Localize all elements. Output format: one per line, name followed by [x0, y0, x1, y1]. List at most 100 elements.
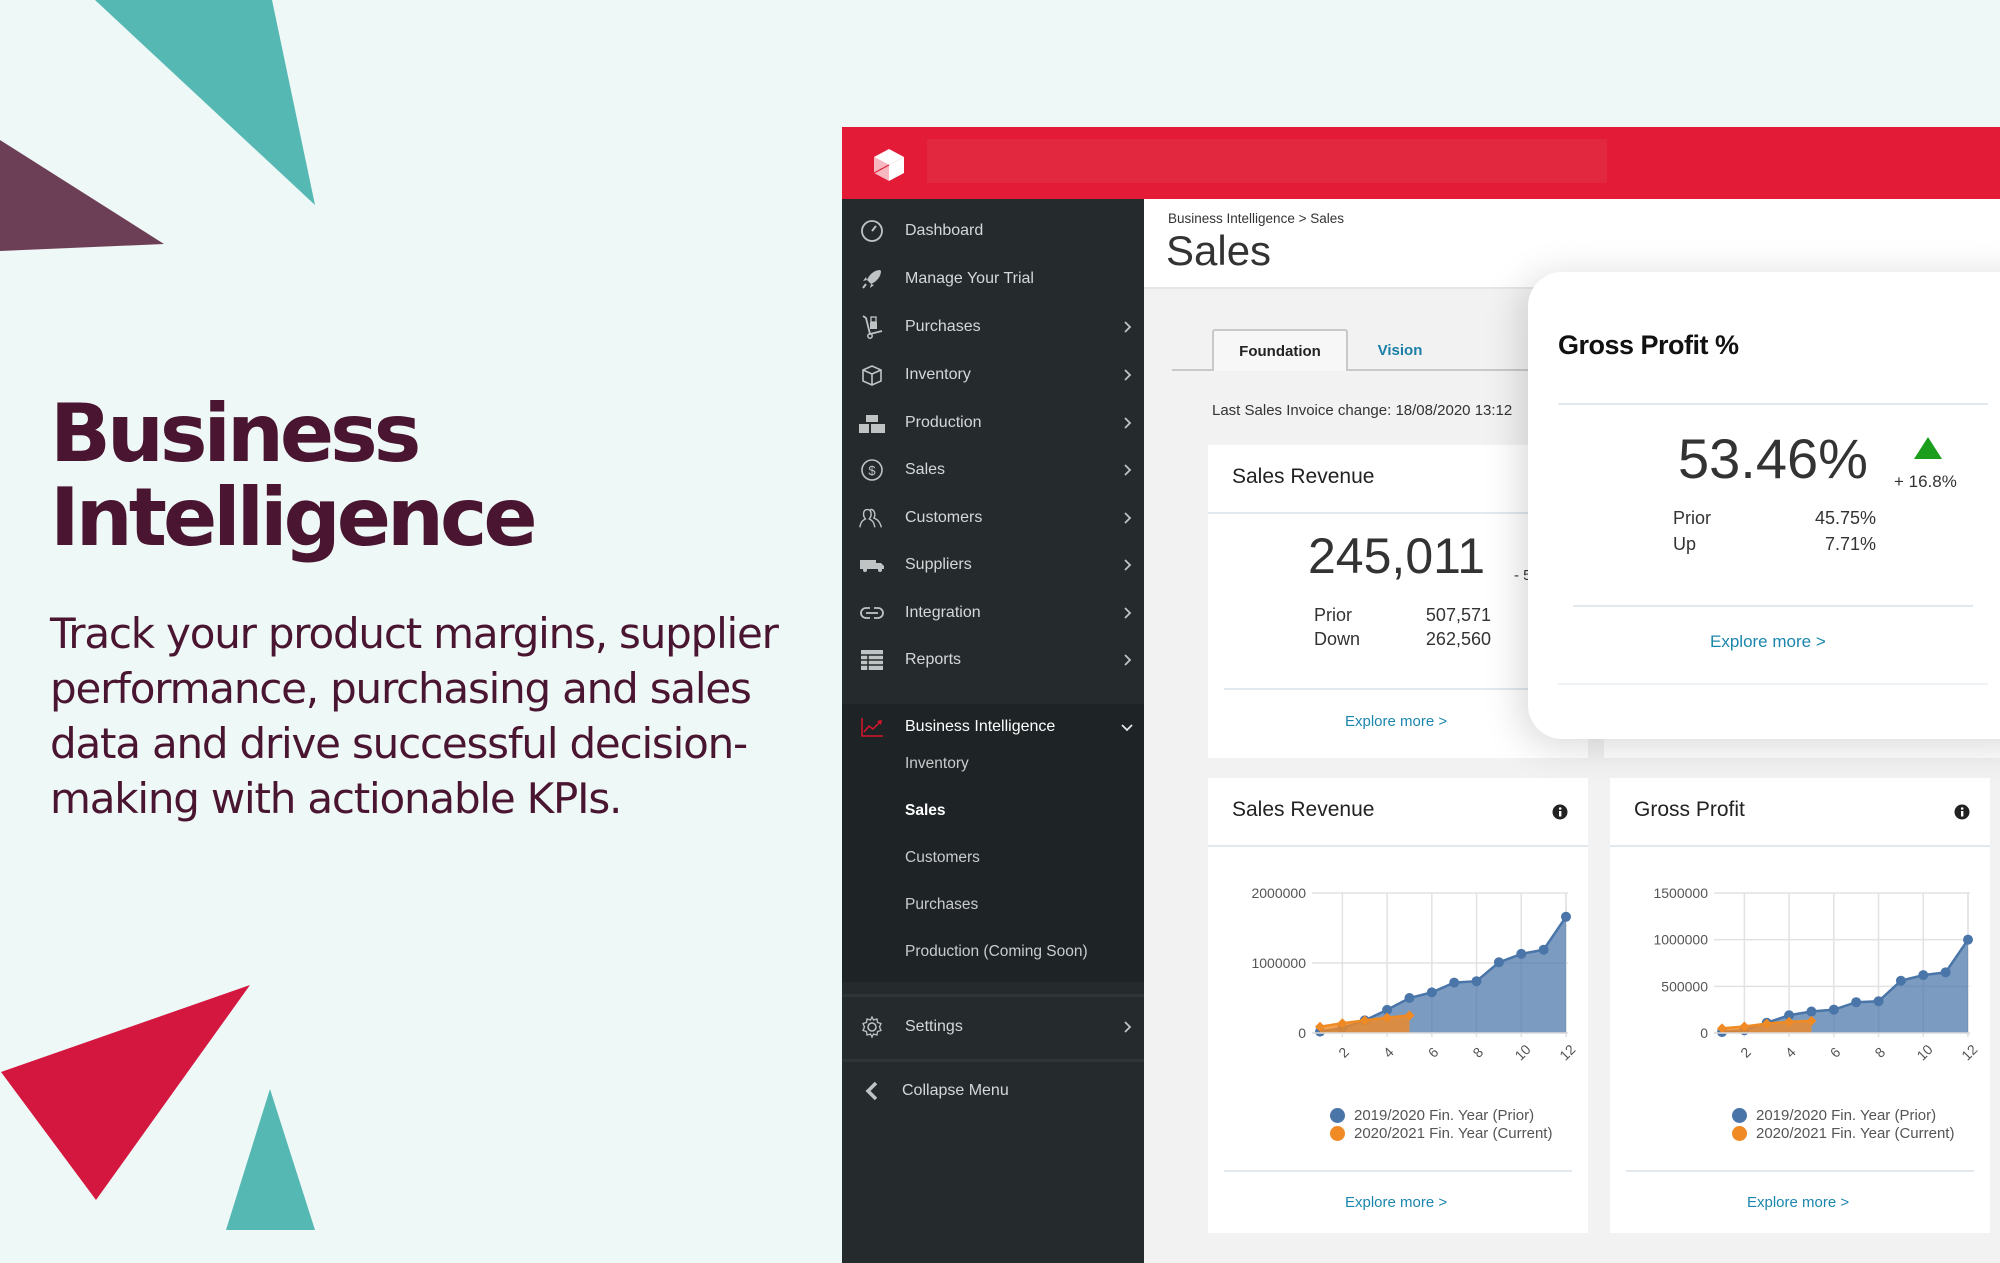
data-point-prior — [1963, 934, 1973, 945]
sidebar-item-integration[interactable]: Integration — [842, 590, 1144, 636]
tab-vision[interactable]: Vision — [1350, 329, 1450, 371]
x-tick-label: 2 — [1737, 1044, 1754, 1061]
sidebar-item-label: Inventory — [905, 366, 971, 383]
kpi-diff-value: 262,560 — [1425, 629, 1491, 649]
sidebar-item-manage-trial[interactable]: Manage Your Trial — [842, 256, 1144, 302]
sidebar-item-sales[interactable]: $ Sales — [842, 447, 1144, 493]
sidebar-item-production[interactable]: Production — [842, 400, 1144, 446]
breadcrumb[interactable]: Business Intelligence > Sales — [1168, 211, 1344, 226]
data-point-prior — [1940, 967, 1951, 978]
x-tick-label: 6 — [1827, 1044, 1844, 1061]
dollar-circle-icon: $ — [858, 456, 886, 484]
sidebar: Dashboard Manage Your Trial Purchases In… — [842, 199, 1144, 1263]
y-tick-label: 500000 — [1661, 978, 1708, 994]
sidebar-item-customers[interactable]: Customers — [842, 495, 1144, 541]
explore-more-link[interactable]: Explore more > — [1747, 1194, 1849, 1211]
card-divider — [1573, 605, 1973, 607]
legend-dot-prior — [1732, 1107, 1747, 1123]
chevron-right-icon — [1124, 654, 1132, 666]
x-tick-label: 12 — [1556, 1041, 1578, 1063]
card-title: Sales Revenue — [1232, 798, 1375, 821]
page-title: Sales — [1166, 227, 1272, 274]
box-icon — [858, 361, 886, 389]
explore-more-link[interactable]: Explore more > — [1345, 1194, 1447, 1211]
data-point-prior — [1873, 996, 1884, 1007]
sidebar-item-label: Dashboard — [905, 222, 984, 239]
sidebar-item-suppliers[interactable]: Suppliers — [842, 542, 1144, 588]
bi-subitem-inventory[interactable]: Inventory — [905, 755, 969, 773]
sidebar-divider — [842, 994, 1144, 997]
chevron-right-icon — [1124, 464, 1132, 476]
sidebar-item-purchases[interactable]: Purchases — [842, 304, 1144, 350]
kpi-card-gross-profit-percent: Gross Profit % 53.46% + 16.8% Prior 45.7… — [1528, 272, 2000, 739]
data-point-prior — [1516, 948, 1527, 959]
sidebar-item-label: Business Intelligence — [905, 718, 1056, 735]
data-point-prior — [1426, 987, 1437, 998]
info-icon[interactable] — [1954, 804, 1970, 820]
chevron-right-icon — [1124, 607, 1132, 619]
legend-dot-prior — [1330, 1107, 1345, 1123]
svg-text:$: $ — [868, 463, 876, 478]
legend-item-current[interactable]: 2020/2021 Fin. Year (Current) — [1330, 1124, 1552, 1142]
sidebar-item-business-intelligence[interactable]: Business Intelligence — [842, 704, 1144, 750]
card-title: Gross Profit — [1634, 798, 1745, 821]
series-area-prior — [1320, 916, 1566, 1033]
trend-up-icon — [1914, 437, 1942, 459]
bi-subitem-production[interactable]: Production (Coming Soon) — [905, 943, 1088, 961]
chevron-right-icon — [1124, 1021, 1132, 1033]
rocket-icon — [858, 265, 886, 293]
chart-card-gross-profit: Gross Profit 0 500000 1000000 1500000 2 4 6 8 10… — [1610, 778, 1990, 1233]
y-tick-label: 1500000 — [1653, 885, 1708, 901]
blocks-icon — [858, 409, 886, 437]
legend-item-prior[interactable]: 2019/2020 Fin. Year (Prior) — [1330, 1106, 1552, 1124]
legend-item-current[interactable]: 2020/2021 Fin. Year (Current) — [1732, 1124, 1954, 1142]
info-icon[interactable] — [1552, 804, 1568, 820]
tab-foundation[interactable]: Foundation — [1212, 329, 1348, 371]
kpi-value: 53.46% — [1678, 427, 1868, 490]
explore-more-link[interactable]: Explore more > — [1345, 713, 1447, 730]
kpi-prior-value: 507,571 — [1425, 605, 1491, 625]
hero-title-line2: Intelligence — [50, 471, 538, 564]
sidebar-item-dashboard[interactable]: Dashboard — [842, 208, 1144, 254]
bi-subitem-sales[interactable]: Sales — [905, 802, 946, 820]
bi-submenu: Business Intelligence Inventory Sales Cu… — [842, 704, 1144, 982]
chart-legend: 2019/2020 Fin. Year (Prior) 2020/2021 Fi… — [1330, 1106, 1552, 1142]
sidebar-item-label: Suppliers — [905, 556, 972, 573]
legend-label: 2020/2021 Fin. Year (Current) — [1756, 1124, 1955, 1142]
card-divider — [1626, 1170, 1974, 1172]
sidebar-item-inventory[interactable]: Inventory — [842, 352, 1144, 398]
sales-revenue-chart: 0 1000000 2000000 2 4 6 8 10 12 — [1251, 885, 1578, 1063]
data-point-prior — [1449, 977, 1460, 988]
y-tick-label: 1000000 — [1251, 955, 1306, 971]
bi-subitem-customers[interactable]: Customers — [905, 849, 980, 867]
y-tick-label: 0 — [1298, 1025, 1306, 1041]
explore-more-link[interactable]: Explore more > — [1710, 632, 1826, 652]
sidebar-item-settings[interactable]: Settings — [842, 1004, 1144, 1050]
kpi-change: + 16.8% — [1894, 472, 1957, 491]
legend-item-prior[interactable]: 2019/2020 Fin. Year (Prior) — [1732, 1106, 1954, 1124]
x-tick-label: 4 — [1782, 1044, 1799, 1061]
top-search-bar[interactable] — [927, 139, 1607, 183]
chevron-right-icon — [1124, 417, 1132, 429]
card-divider — [1224, 688, 1572, 690]
top-bar — [842, 127, 2000, 199]
legend-label: 2020/2021 Fin. Year (Current) — [1354, 1124, 1553, 1142]
chevron-right-icon — [1124, 321, 1132, 333]
chevron-right-icon — [1124, 512, 1132, 524]
bi-subitem-purchases[interactable]: Purchases — [905, 896, 978, 914]
chevron-down-icon — [1121, 724, 1133, 732]
x-tick-label: 8 — [1871, 1044, 1888, 1061]
people-icon — [858, 504, 886, 532]
data-point-prior — [1538, 944, 1549, 955]
teal-triangle-bottom — [226, 1089, 315, 1230]
card-divider — [1208, 845, 1588, 847]
legend-dot-current — [1732, 1125, 1747, 1141]
cube-logo-icon[interactable] — [872, 147, 906, 183]
collapse-menu-button[interactable]: Collapse Menu — [842, 1068, 1144, 1114]
sidebar-item-label: Purchases — [905, 318, 981, 335]
x-tick-label: 4 — [1380, 1044, 1397, 1061]
x-tick-label: 10 — [1913, 1041, 1935, 1063]
teal-triangle-top — [95, 0, 315, 205]
sidebar-item-reports[interactable]: Reports — [842, 637, 1144, 683]
chevron-left-icon — [858, 1077, 886, 1105]
